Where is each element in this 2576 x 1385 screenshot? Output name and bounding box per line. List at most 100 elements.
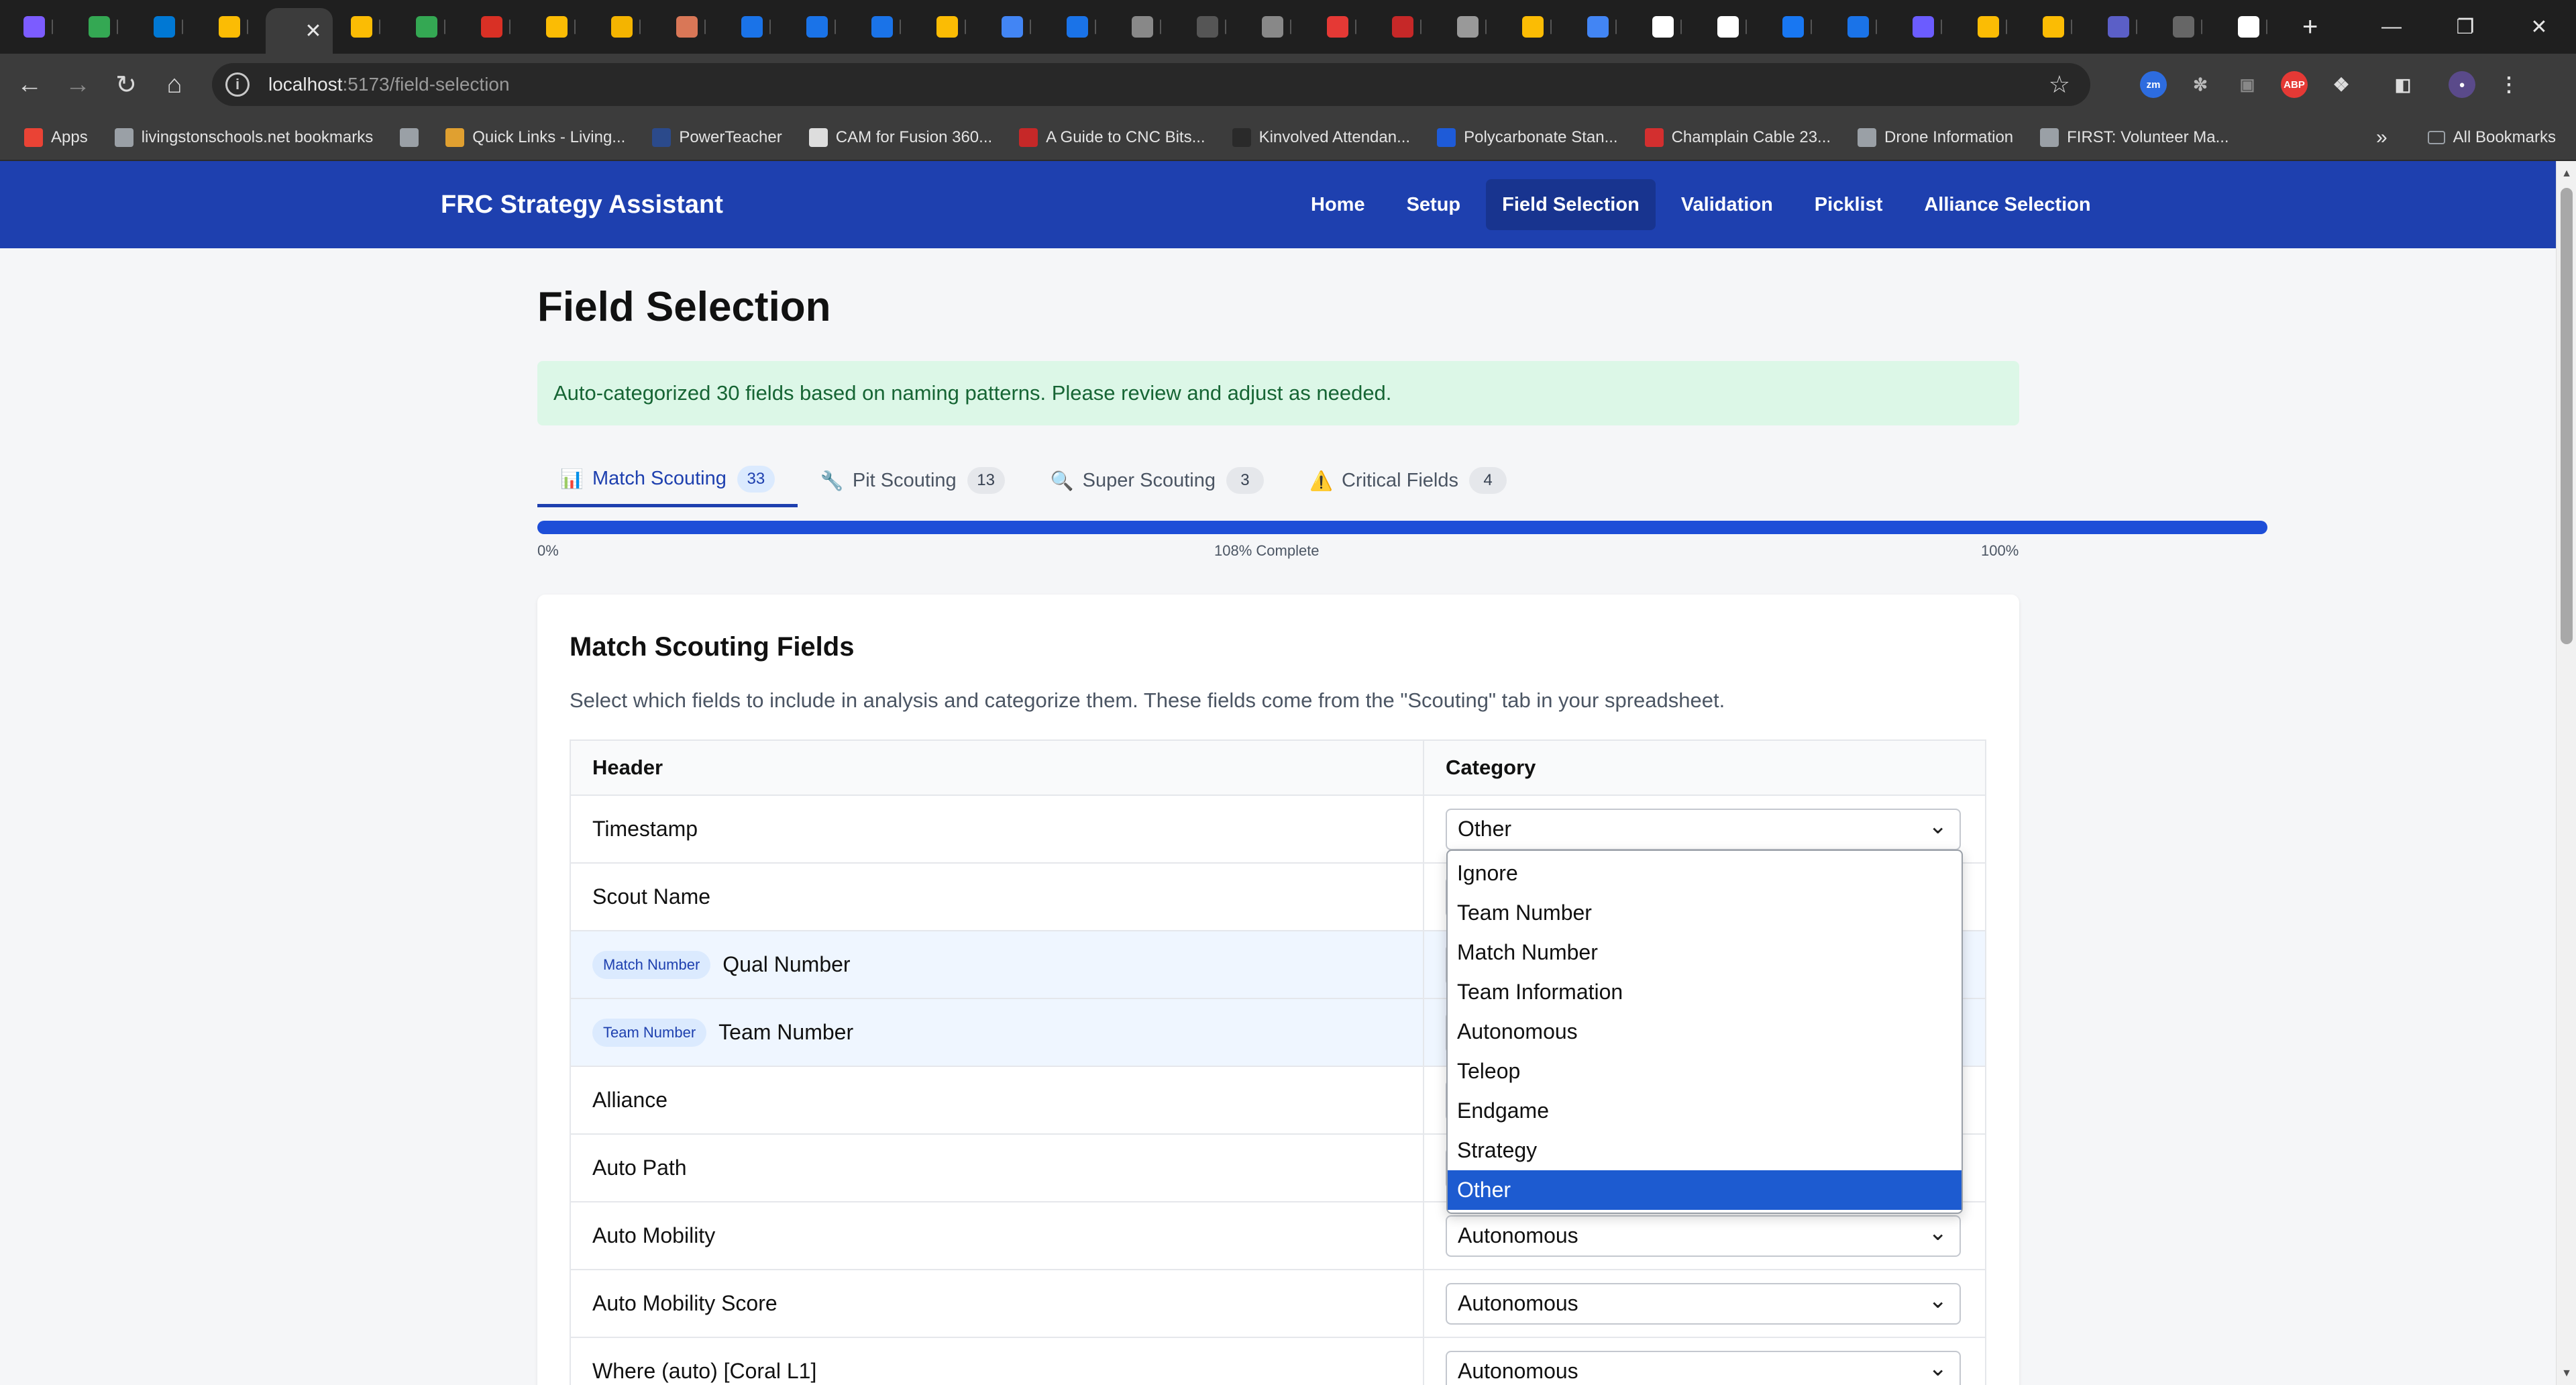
- reload-icon[interactable]: ↻: [102, 60, 150, 109]
- browser-tab[interactable]: [723, 0, 788, 54]
- page-scrollbar[interactable]: ▲ ▼: [2556, 161, 2576, 1385]
- app-brand[interactable]: FRC Strategy Assistant: [441, 161, 723, 248]
- back-arrow-icon[interactable]: ←: [5, 60, 54, 109]
- site-info-icon[interactable]: i: [225, 72, 250, 97]
- screenshot-extension-icon[interactable]: ▣: [2234, 71, 2261, 98]
- address-bar[interactable]: i localhost:5173/field-selection ☆: [212, 63, 2090, 106]
- close-tab-icon[interactable]: ✕: [305, 19, 321, 43]
- bookmark-item[interactable]: Drone Information: [1858, 128, 2013, 147]
- browser-tab[interactable]: [70, 0, 136, 54]
- restore-icon[interactable]: ❐: [2428, 0, 2502, 54]
- browser-tab[interactable]: [1569, 0, 1634, 54]
- bookmark-star-icon[interactable]: ☆: [2049, 70, 2070, 99]
- bookmark-item[interactable]: Polycarbonate Stan...: [1437, 128, 1618, 147]
- dropdown-option-endgame[interactable]: Endgame: [1448, 1091, 1962, 1131]
- profile-avatar[interactable]: ●: [2449, 71, 2475, 98]
- zoom-extension-icon[interactable]: zm: [2140, 71, 2167, 98]
- bookmark-item[interactable]: [400, 128, 419, 147]
- category-select[interactable]: Autonomous ⌄: [1446, 1350, 1961, 1385]
- bookmark-item[interactable]: FIRST: Volunteer Ma...: [2040, 128, 2229, 147]
- browser-tab[interactable]: [983, 0, 1049, 54]
- apps-grid-icon: [24, 128, 43, 147]
- dropdown-option-teleop[interactable]: Teleop: [1448, 1051, 1962, 1091]
- adblock-icon[interactable]: ABP: [2281, 71, 2308, 98]
- menu-kebab-icon[interactable]: ⋮: [2496, 71, 2522, 98]
- forward-arrow-icon[interactable]: →: [54, 60, 102, 109]
- browser-tab[interactable]: [853, 0, 918, 54]
- scrollbar-thumb[interactable]: [2561, 188, 2573, 644]
- browser-tab[interactable]: [2025, 0, 2090, 54]
- category-select[interactable]: Other ⌄: [1446, 808, 1961, 850]
- nav-link-alliance-selection[interactable]: Alliance Selection: [1908, 179, 2106, 230]
- bookmark-item[interactable]: Quick Links - Living...: [445, 128, 625, 147]
- browser-tab[interactable]: ✕: [266, 8, 333, 54]
- dropdown-option-match-number[interactable]: Match Number: [1448, 933, 1962, 972]
- browser-tab[interactable]: [593, 0, 658, 54]
- nav-link-picklist[interactable]: Picklist: [1799, 179, 1899, 230]
- tab-pit-scouting[interactable]: 🔧 Pit Scouting 13: [798, 454, 1028, 507]
- tab-match-scouting[interactable]: 📊 Match Scouting 33: [537, 454, 798, 507]
- browser-tab[interactable]: [5, 0, 70, 54]
- browser-tab[interactable]: [1634, 0, 1699, 54]
- browser-tab[interactable]: [2155, 0, 2220, 54]
- extensions-puzzle-icon[interactable]: ❖: [2328, 71, 2355, 98]
- browser-tab[interactable]: [201, 0, 266, 54]
- nav-link-validation[interactable]: Validation: [1665, 179, 1789, 230]
- browser-tab[interactable]: [1829, 0, 1894, 54]
- nav-link-field-selection[interactable]: Field Selection: [1486, 179, 1656, 230]
- minimize-icon[interactable]: —: [2355, 0, 2428, 54]
- close-window-icon[interactable]: ✕: [2502, 0, 2576, 54]
- nav-link-setup[interactable]: Setup: [1391, 179, 1477, 230]
- extension-icon[interactable]: ✼: [2187, 71, 2214, 98]
- bookmark-item[interactable]: A Guide to CNC Bits...: [1019, 128, 1205, 147]
- browser-tab[interactable]: [1049, 0, 1114, 54]
- browser-tab[interactable]: [1504, 0, 1569, 54]
- browser-tab[interactable]: [398, 0, 463, 54]
- scroll-down-arrow-icon[interactable]: ▼: [2561, 1368, 2573, 1380]
- dropdown-option-team-number[interactable]: Team Number: [1448, 893, 1962, 933]
- new-tab-plus-icon[interactable]: +: [2302, 12, 2318, 42]
- browser-tab[interactable]: [658, 0, 723, 54]
- more-bookmarks-chevron-icon[interactable]: »: [2376, 126, 2387, 149]
- dropdown-option-team-information[interactable]: Team Information: [1448, 972, 1962, 1012]
- browser-tab[interactable]: [1439, 0, 1504, 54]
- bookmark-item[interactable]: livingstonschools.net bookmarks: [114, 128, 373, 147]
- bookmark-item[interactable]: Kinvolved Attendan...: [1232, 128, 1410, 147]
- bookmark-item[interactable]: Champlain Cable 23...: [1644, 128, 1831, 147]
- browser-tab[interactable]: [1179, 0, 1244, 54]
- browser-tab[interactable]: [1114, 0, 1179, 54]
- browser-tab[interactable]: [333, 0, 398, 54]
- powerteacher-icon: [652, 128, 672, 147]
- tab-super-scouting[interactable]: 🔍 Super Scouting 3: [1028, 454, 1287, 507]
- browser-tab[interactable]: [1894, 0, 1960, 54]
- browser-tab[interactable]: [1960, 0, 2025, 54]
- browser-tab[interactable]: [1244, 0, 1309, 54]
- tab-critical-fields[interactable]: ⚠️ Critical Fields 4: [1287, 454, 1529, 507]
- browser-tab[interactable]: [1374, 0, 1439, 54]
- browser-tab[interactable]: [528, 0, 593, 54]
- browser-tab[interactable]: [463, 0, 528, 54]
- dropdown-option-other[interactable]: Other: [1448, 1170, 1962, 1210]
- browser-tab[interactable]: [1309, 0, 1374, 54]
- browser-tab[interactable]: [136, 0, 201, 54]
- side-panel-icon[interactable]: ◧: [2390, 71, 2416, 98]
- nav-link-home[interactable]: Home: [1295, 179, 1381, 230]
- bookmark-item[interactable]: PowerTeacher: [652, 128, 782, 147]
- bookmark-item[interactable]: Apps: [24, 128, 88, 147]
- browser-tab[interactable]: [1699, 0, 1764, 54]
- browser-tab[interactable]: [918, 0, 983, 54]
- all-bookmarks-button[interactable]: All Bookmarks: [2427, 128, 2556, 147]
- dropdown-option-strategy[interactable]: Strategy: [1448, 1131, 1962, 1170]
- browser-tab[interactable]: [788, 0, 853, 54]
- category-select[interactable]: Autonomous ⌄: [1446, 1282, 1961, 1325]
- browser-tab[interactable]: [1764, 0, 1829, 54]
- browser-tab[interactable]: [2220, 0, 2285, 54]
- scroll-up-arrow-icon[interactable]: ▲: [2561, 168, 2573, 180]
- category-select[interactable]: Autonomous ⌄: [1446, 1215, 1961, 1257]
- browser-tab[interactable]: [2090, 0, 2155, 54]
- dropdown-option-ignore[interactable]: Ignore: [1448, 854, 1962, 893]
- dropdown-option-autonomous[interactable]: Autonomous: [1448, 1012, 1962, 1051]
- bookmark-item[interactable]: CAM for Fusion 360...: [808, 128, 992, 147]
- table-header-row: Header Category: [571, 741, 1985, 796]
- home-icon[interactable]: ⌂: [150, 60, 199, 109]
